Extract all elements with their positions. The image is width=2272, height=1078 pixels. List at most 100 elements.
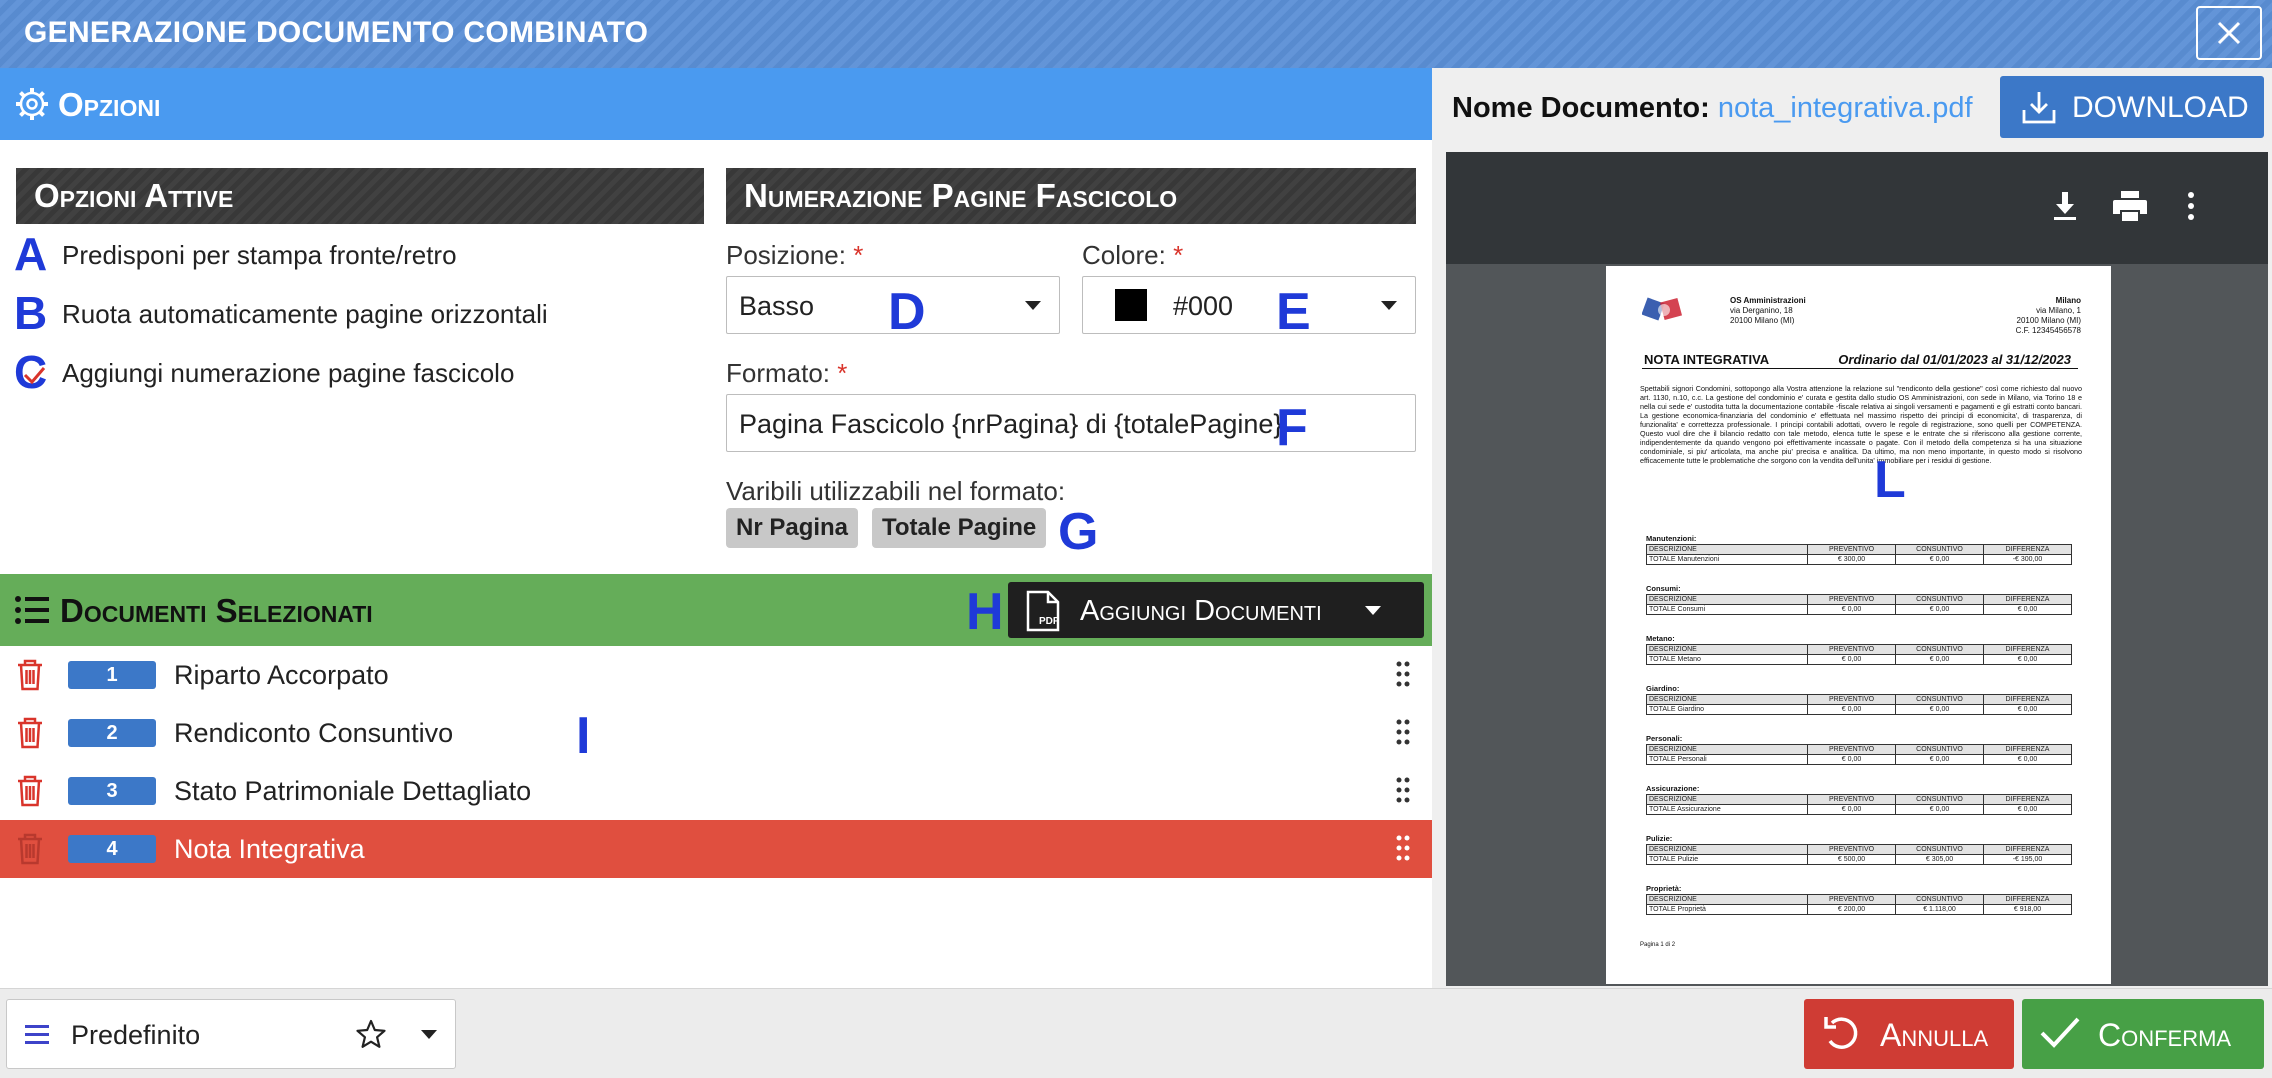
pdf-viewer[interactable]: OS Amministrazioni via Derganino, 18 201…: [1446, 152, 2268, 986]
color-value: #000: [1173, 291, 1234, 321]
pdf-table-header: CONSUNTIVO: [1895, 894, 1984, 905]
download-icon[interactable]: [2050, 190, 2080, 227]
gear-icon: [14, 86, 50, 127]
pdf-table-cell: € 0,00: [1983, 604, 2072, 615]
preset-select[interactable]: Predefinito: [6, 999, 456, 1069]
pdf-table-header: PREVENTIVO: [1807, 794, 1896, 805]
document-name: Stato Patrimoniale Dettagliato: [174, 776, 532, 806]
trash-icon[interactable]: [16, 659, 44, 696]
active-options-title: Opzioni Attive: [16, 168, 704, 224]
close-button[interactable]: [2196, 6, 2262, 60]
variable-chip-nr-pagina[interactable]: Nr Pagina: [726, 508, 859, 548]
pdf-table-cell: € 918,00: [1983, 904, 2072, 915]
pdf-table-cell: € 1.118,00: [1895, 904, 1984, 915]
pdf-section-table: DESCRIZIONE PREVENTIVO CONSUNTIVO DIFFERENZ…: [1646, 544, 2072, 565]
pdf-table-cell: € 200,00: [1807, 904, 1896, 915]
document-row[interactable]: 3 Stato Patrimoniale Dettagliato: [0, 762, 1432, 820]
option-rotate[interactable]: B Ruota automaticamente pagine orizzonta…: [14, 290, 548, 337]
menu-icon[interactable]: [25, 1024, 49, 1051]
chevron-down-icon: [1365, 606, 1381, 615]
pdf-table-cell: € 0,00: [1807, 804, 1896, 815]
drag-handle-icon[interactable]: [1396, 834, 1410, 867]
marker-letter: E: [1276, 283, 1311, 341]
trash-icon[interactable]: [16, 833, 44, 870]
format-value: Pagina Fascicolo {nrPagina} di {totalePa…: [739, 409, 1283, 439]
svg-text:PDF: PDF: [1039, 616, 1059, 627]
document-row-selected[interactable]: 4 Nota Integrativa: [0, 820, 1432, 878]
trash-icon[interactable]: [16, 775, 44, 812]
variables-label: Varibili utilizzabili nel formato:: [726, 476, 1066, 506]
option-numbering[interactable]: C Aggiungi numerazione pagine fascicolo: [14, 349, 514, 396]
pdf-table-cell: € 0,00: [1895, 804, 1984, 815]
pdf-body-text: Spettabili signori Condomini, sottopongo…: [1640, 384, 2082, 465]
option-duplex[interactable]: A Predisponi per stampa fronte/retro: [14, 231, 457, 278]
download-button[interactable]: DOWNLOAD: [2000, 76, 2264, 138]
pdf-table-header: DESCRIZIONE: [1646, 594, 1808, 605]
pdf-table-cell: € 0,00: [1895, 754, 1984, 765]
trash-icon[interactable]: [16, 717, 44, 754]
document-name-label: Nome Documento: nota_integrativa.pdf: [1452, 92, 1973, 124]
chevron-down-icon[interactable]: [421, 1030, 437, 1039]
pdf-table-header: DESCRIZIONE: [1646, 644, 1808, 655]
drag-handle-icon[interactable]: [1396, 660, 1410, 693]
marker-letter: I: [576, 707, 591, 765]
pdf-table-header: DIFFERENZA: [1983, 844, 2072, 855]
print-icon[interactable]: [2112, 190, 2148, 227]
document-filename: nota_integrativa.pdf: [1717, 92, 1973, 124]
pdf-page-footer: Pagina 1 di 2: [1640, 942, 1676, 948]
download-label: DOWNLOAD: [2072, 91, 2249, 124]
marker-letter: H: [966, 583, 1004, 641]
pdf-table-cell: € 0,00: [1983, 654, 2072, 665]
pdf-table-cell: € 0,00: [1895, 704, 1984, 715]
drag-handle-icon[interactable]: [1396, 718, 1410, 751]
pdf-client-city: 20100 Milano (MI): [2016, 316, 2081, 325]
documents-header: Documenti Selezionati H PDF Aggiungi Doc…: [0, 574, 1432, 646]
pdf-subtitle: Ordinario dal 01/01/2023 al 31/12/2023: [1838, 352, 2071, 367]
cancel-button[interactable]: Annulla: [1804, 999, 2014, 1069]
pdf-table-cell: € 0,00: [1895, 654, 1984, 665]
pdf-table-header: CONSUNTIVO: [1895, 644, 1984, 655]
checkbox-rotate[interactable]: B: [14, 290, 50, 336]
pdf-section-table: DESCRIZIONE PREVENTIVO CONSUNTIVO DIFFERENZ…: [1646, 844, 2072, 865]
pdf-table-header: PREVENTIVO: [1807, 844, 1896, 855]
pdf-section-table: DESCRIZIONE PREVENTIVO CONSUNTIVO DIFFERENZ…: [1646, 894, 2072, 915]
pdf-table-header: DIFFERENZA: [1983, 644, 2072, 655]
pdf-table-header: DESCRIZIONE: [1646, 844, 1808, 855]
download-icon: [2020, 88, 2058, 131]
drag-handle-icon[interactable]: [1396, 776, 1410, 809]
pdf-title: NOTA INTEGRATIVA: [1644, 352, 1770, 367]
dialog-title: GENERAZIONE DOCUMENTO COMBINATO: [24, 16, 649, 49]
document-row[interactable]: 2 Rendiconto Consuntivo I: [0, 704, 1432, 762]
pdf-table-header: CONSUNTIVO: [1895, 594, 1984, 605]
pdf-section-title: Manutenzioni:: [1646, 534, 1697, 543]
checkbox-duplex[interactable]: A: [14, 231, 50, 277]
document-row[interactable]: 1 Riparto Accorpato: [0, 646, 1432, 704]
color-select[interactable]: #000: [1082, 276, 1416, 334]
pdf-section-title: Personali:: [1646, 734, 1683, 743]
pdf-section-table: DESCRIZIONE PREVENTIVO CONSUNTIVO DIFFERENZ…: [1646, 794, 2072, 815]
pdf-table-header: CONSUNTIVO: [1895, 794, 1984, 805]
pdf-company: OS Amministrazioni: [1730, 296, 1806, 305]
more-vertical-icon[interactable]: [2186, 190, 2196, 227]
pdf-table-cell: TOTALE Consumi: [1646, 604, 1808, 615]
format-input[interactable]: Pagina Fascicolo {nrPagina} di {totalePa…: [726, 394, 1416, 452]
star-icon[interactable]: [355, 1018, 387, 1055]
confirm-button[interactable]: Conferma: [2022, 999, 2264, 1069]
checkbox-numbering[interactable]: C: [14, 349, 50, 395]
pdf-divider: [1642, 368, 2078, 369]
add-documents-button[interactable]: PDF Aggiungi Documenti: [1008, 582, 1424, 638]
pdf-table-header: DIFFERENZA: [1983, 694, 2072, 705]
pdf-table-cell: TOTALE Metano: [1646, 654, 1808, 665]
variable-chip-totale-pagine[interactable]: Totale Pagine: [872, 508, 1047, 548]
pdf-table-header: DESCRIZIONE: [1646, 744, 1808, 755]
document-order-badge: 2: [68, 719, 156, 747]
add-documents-label: Aggiungi Documenti: [1080, 595, 1322, 627]
list-icon: [14, 594, 50, 631]
pdf-table-cell: TOTALE Personali: [1646, 754, 1808, 765]
pdf-section-table: DESCRIZIONE PREVENTIVO CONSUNTIVO DIFFERENZ…: [1646, 594, 2072, 615]
pdf-table-header: PREVENTIVO: [1807, 644, 1896, 655]
pdf-table-header: DIFFERENZA: [1983, 744, 2072, 755]
pdf-section-title: Consumi:: [1646, 584, 1681, 593]
marker-letter: D: [888, 283, 926, 341]
pdf-table-cell: -€ 195,00: [1983, 854, 2072, 865]
